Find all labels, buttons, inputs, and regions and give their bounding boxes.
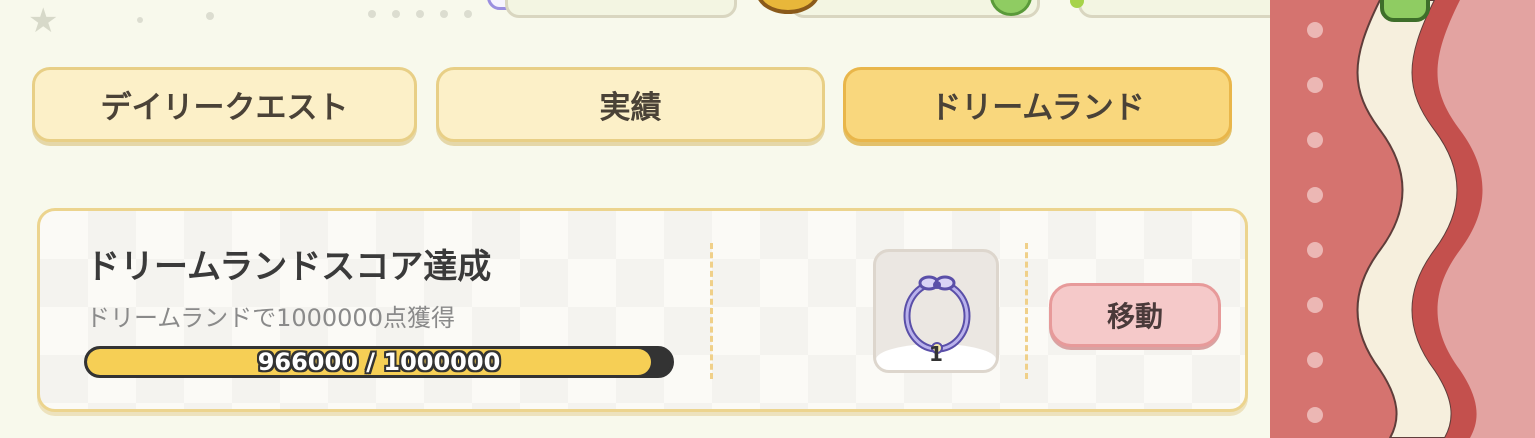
tab-dreamland[interactable]: ドリームランド <box>843 67 1232 142</box>
reward-item[interactable]: 1 <box>873 249 999 373</box>
quest-progress-bar: 966000 / 1000000 <box>84 346 674 378</box>
reward-count: 1 <box>929 342 943 366</box>
progress-text: 966000 / 1000000 <box>257 348 501 376</box>
quest-description: ドリームランドで1000000点獲得 <box>86 304 455 332</box>
move-button[interactable]: 移動 <box>1049 283 1221 347</box>
curtain-decoration <box>1270 0 1535 438</box>
tab-achievements[interactable]: 実績 <box>436 67 825 142</box>
star-decoration-icon: ★ <box>28 1 59 41</box>
resource-bar-1 <box>505 0 737 18</box>
divider <box>1025 243 1028 379</box>
quest-card: ドリームランドスコア達成 ドリームランドで1000000点獲得 966000 /… <box>37 208 1248 412</box>
divider <box>710 243 713 379</box>
tab-daily-quest[interactable]: デイリークエスト <box>32 67 417 142</box>
quest-title: ドリームランドスコア達成 <box>86 247 492 287</box>
